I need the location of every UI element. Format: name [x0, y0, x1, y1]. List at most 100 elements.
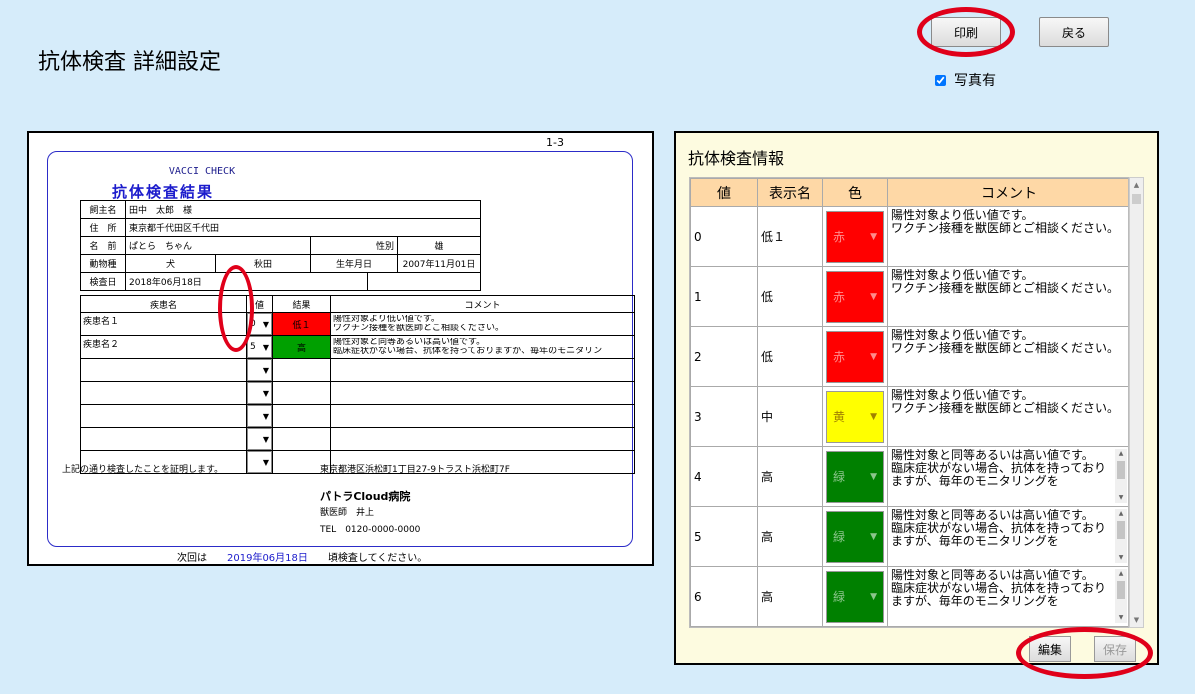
comment-textarea[interactable]: 陽性対象と同等あるいは高い値です。 臨床症状がない場合、抗体を持っておりますが、…	[887, 506, 1128, 567]
value-select[interactable]: 0 ▼	[246, 312, 273, 336]
info-label[interactable]: 低１	[757, 206, 823, 267]
info-row[interactable]: 0 低１ 赤 ▼ 陽性対象より低い値です。 ワクチン接種を獣医師とご相談ください。	[690, 206, 1128, 267]
comment-text[interactable]: 陽性対象より低い値です。 ワクチン接種を獣医師とご相談ください。	[891, 209, 1127, 263]
scroll-up-icon[interactable]: ▲	[1115, 509, 1127, 519]
photo-option[interactable]: 写真有	[935, 70, 996, 90]
info-value: 6	[690, 566, 758, 627]
value-dropdown[interactable]: ▼	[247, 428, 272, 450]
color-dropdown[interactable]: 赤 ▼	[826, 270, 884, 323]
comment-text[interactable]: 陽性対象と同等あるいは高い値です。 臨床症状がない場合、抗体を持っておりますが、…	[891, 509, 1127, 563]
color-select[interactable]: 緑 ▼	[822, 566, 888, 627]
value-dropdown[interactable]: ▼	[247, 382, 272, 404]
comment-scrollbar[interactable]: ▲ ▼	[1115, 449, 1127, 503]
value-dropdown[interactable]: 0 ▼	[247, 313, 272, 335]
scroll-thumb[interactable]	[1117, 581, 1125, 599]
color-name: 緑	[833, 590, 846, 604]
comment-textarea[interactable]: 陽性対象より低い値です。 ワクチン接種を獣医師とご相談ください。	[887, 266, 1128, 327]
info-label[interactable]: 高	[757, 506, 823, 567]
info-row[interactable]: 3 中黄 ▼ 陽性対象より低い値です。 ワクチン接種を獣医師とご相談ください。	[690, 386, 1128, 447]
value-select[interactable]: ▼	[246, 381, 273, 405]
value-text: 0	[250, 319, 256, 329]
dropdown-arrow-icon: ▼	[870, 231, 877, 242]
page-title: 抗体検査 詳細設定	[38, 50, 221, 75]
comment-text[interactable]: 陽性対象より低い値です。 ワクチン接種を獣医師とご相談ください。	[891, 269, 1127, 323]
disease-row: ▼	[80, 381, 635, 405]
value-select[interactable]: ▼	[246, 358, 273, 382]
comment-scrollbar[interactable]: ▲ ▼	[1115, 509, 1127, 563]
scroll-thumb[interactable]	[1132, 194, 1141, 204]
color-select[interactable]: 緑 ▼	[822, 506, 888, 567]
save-button[interactable]: 保存	[1094, 636, 1136, 662]
scroll-up-icon[interactable]: ▲	[1115, 449, 1127, 459]
comment-textarea[interactable]: 陽性対象と同等あるいは高い値です。 臨床症状がない場合、抗体を持っておりますが、…	[887, 446, 1128, 507]
scroll-down-icon[interactable]: ▼	[1130, 613, 1143, 627]
color-dropdown[interactable]: 緑 ▼	[826, 510, 884, 563]
scroll-up-icon[interactable]: ▲	[1115, 569, 1127, 579]
value-select[interactable]: ▼	[246, 427, 273, 451]
scroll-thumb[interactable]	[1117, 521, 1125, 539]
color-name: 緑	[833, 530, 846, 544]
value-dropdown[interactable]: 5 ▼	[247, 336, 272, 358]
comment-textarea[interactable]: 陽性対象より低い値です。 ワクチン接種を獣医師とご相談ください。	[887, 206, 1128, 267]
value-select[interactable]: 5 ▼	[246, 335, 273, 359]
comment-textarea[interactable]: 陽性対象より低い値です。 ワクチン接種を獣医師とご相談ください。	[887, 386, 1128, 447]
result-cell	[272, 427, 331, 451]
back-button[interactable]: 戻る	[1039, 17, 1109, 47]
color-dropdown[interactable]: 緑 ▼	[826, 570, 884, 623]
color-select[interactable]: 赤 ▼	[822, 206, 888, 267]
dropdown-arrow-icon: ▼	[262, 342, 269, 352]
info-label[interactable]: 低	[757, 266, 823, 327]
value-dropdown[interactable]: ▼	[247, 451, 272, 473]
species-label: 動物種	[80, 254, 126, 273]
color-select[interactable]: 赤 ▼	[822, 326, 888, 387]
scroll-down-icon[interactable]: ▼	[1115, 613, 1127, 623]
info-label[interactable]: 中	[757, 386, 823, 447]
color-dropdown[interactable]: 赤 ▼	[826, 330, 884, 383]
comment-textarea[interactable]: 陽性対象と同等あるいは高い値です。 臨床症状がない場合、抗体を持っておりますが、…	[887, 566, 1128, 627]
info-label[interactable]: 低	[757, 326, 823, 387]
edit-button[interactable]: 編集	[1029, 636, 1071, 662]
grid-color-header: 色	[822, 178, 888, 207]
scroll-thumb[interactable]	[1117, 461, 1125, 479]
report-title: 抗体検査結果	[112, 183, 215, 201]
comment-textarea[interactable]: 陽性対象より低い値です。 ワクチン接種を獣医師とご相談ください。	[887, 326, 1128, 387]
next-prefix: 次回は	[177, 553, 207, 564]
comment-header: コメント	[330, 295, 635, 313]
comment-text[interactable]: 陽性対象より低い値です。 ワクチン接種を獣医師とご相談ください。	[891, 329, 1127, 383]
next-exam-line: 次回は 2019年06月18日 頃検査してください。	[177, 549, 427, 564]
color-dropdown[interactable]: 緑 ▼	[826, 450, 884, 503]
comment-text[interactable]: 陽性対象と同等あるいは高い値です。 臨床症状がない場合、抗体を持っておりますが、…	[891, 569, 1127, 623]
color-select[interactable]: 赤 ▼	[822, 266, 888, 327]
info-row[interactable]: 4 高緑 ▼ 陽性対象と同等あるいは高い値です。 臨床症状がない場合、抗体を持っており…	[690, 446, 1128, 507]
info-row[interactable]: 1 低赤 ▼ 陽性対象より低い値です。 ワクチン接種を獣医師とご相談ください。	[690, 266, 1128, 327]
scroll-up-icon[interactable]: ▲	[1130, 178, 1143, 192]
exam-blank	[366, 272, 482, 291]
comment-scrollbar[interactable]: ▲ ▼	[1115, 569, 1127, 623]
color-name: 緑	[833, 470, 846, 484]
info-value: 2	[690, 326, 758, 387]
color-select[interactable]: 緑 ▼	[822, 446, 888, 507]
comment-cell	[330, 427, 635, 451]
color-select[interactable]: 黄 ▼	[822, 386, 888, 447]
comment-text[interactable]: 陽性対象と同等あるいは高い値です。 臨床症状がない場合、抗体を持っておりますが、…	[891, 449, 1127, 503]
info-row[interactable]: 2 低赤 ▼ 陽性対象より低い値です。 ワクチン接種を獣医師とご相談ください。	[690, 326, 1128, 387]
color-dropdown[interactable]: 黄 ▼	[826, 390, 884, 443]
panel-title: 抗体検査情報	[688, 149, 785, 168]
value-select[interactable]: ▼	[246, 404, 273, 428]
next-suffix: 頃検査してください。	[327, 553, 428, 564]
scroll-down-icon[interactable]: ▼	[1115, 553, 1127, 563]
value-dropdown[interactable]: ▼	[247, 359, 272, 381]
grid-scrollbar[interactable]: ▲ ▼	[1129, 177, 1144, 628]
info-row[interactable]: 6 高緑 ▼ 陽性対象と同等あるいは高い値です。 臨床症状がない場合、抗体を持っており…	[690, 566, 1128, 627]
info-label[interactable]: 高	[757, 566, 823, 627]
value-select[interactable]: ▼	[246, 450, 273, 474]
info-label[interactable]: 高	[757, 446, 823, 507]
scroll-down-icon[interactable]: ▼	[1115, 493, 1127, 503]
value-dropdown[interactable]: ▼	[247, 405, 272, 427]
print-button[interactable]: 印刷	[931, 17, 1001, 47]
color-dropdown[interactable]: 赤 ▼	[826, 210, 884, 263]
info-row[interactable]: 5 高緑 ▼ 陽性対象と同等あるいは高い値です。 臨床症状がない場合、抗体を持っており…	[690, 506, 1128, 567]
comment-text[interactable]: 陽性対象より低い値です。 ワクチン接種を獣医師とご相談ください。	[891, 389, 1127, 443]
photo-checkbox[interactable]	[935, 74, 946, 86]
dropdown-arrow-icon: ▼	[262, 365, 269, 375]
